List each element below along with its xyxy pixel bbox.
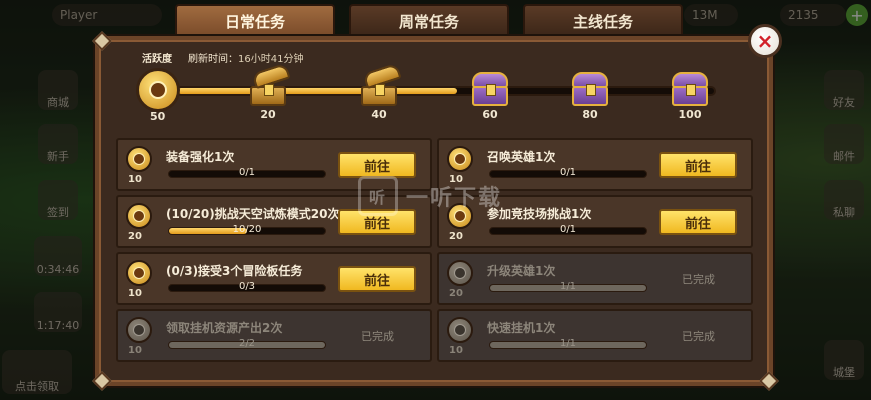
task-completed-status: 已完成 (361, 330, 394, 343)
activity-point-icon (447, 146, 473, 172)
watermark: 听 一听下载 (358, 176, 502, 216)
task-title: (10/20)挑战天空试炼模式20次 (166, 207, 340, 221)
task-progress-text: 1/1 (559, 281, 577, 292)
task-row: 20 升级英雄1次 1/1 已完成 (437, 252, 753, 305)
task-completed-status: 已完成 (682, 273, 715, 286)
task-points: 10 (128, 345, 142, 356)
activity-point-icon (126, 146, 152, 172)
tab-daily[interactable]: 日常任务 (175, 4, 335, 36)
task-row: 10 快速挂机1次 1/1 已完成 (437, 309, 753, 362)
task-row: 10 (0/3)接受3个冒险板任务 0/3 前往 (116, 252, 432, 305)
activity-point-icon (447, 317, 473, 343)
milestone-value: 80 (582, 108, 598, 121)
task-progress-text: 0/1 (559, 224, 577, 235)
activity-section: 活跃度 刷新时间：16小时41分钟 50 20 40 60 80 100 (116, 46, 756, 126)
milestone-chest-icon[interactable] (669, 70, 711, 108)
task-title: 召唤英雄1次 (487, 150, 556, 164)
tab-main[interactable]: 主线任务 (523, 4, 683, 36)
task-points: 10 (449, 345, 463, 356)
activity-point-icon (126, 260, 152, 286)
task-row: 10 领取挂机资源产出2次 2/2 已完成 (116, 309, 432, 362)
task-progress-text: 0/3 (238, 281, 256, 292)
task-points: 20 (449, 288, 463, 299)
task-progress-text: 0/1 (559, 167, 577, 178)
milestone-chest-icon[interactable] (247, 62, 291, 108)
task-progress-text: 10/20 (232, 224, 262, 235)
task-go-button[interactable]: 前往 (338, 152, 416, 178)
task-title: 快速挂机1次 (487, 321, 556, 335)
milestone-chest-icon[interactable] (358, 62, 402, 108)
milestone-chest-icon[interactable] (569, 70, 611, 108)
task-points: 10 (128, 288, 142, 299)
task-points: 10 (128, 174, 142, 185)
milestone-value: 20 (260, 108, 276, 121)
activity-label: 活跃度 (142, 54, 172, 65)
task-points: 20 (449, 231, 463, 242)
activity-progress-fill (178, 88, 457, 94)
tab-weekly[interactable]: 周常任务 (349, 4, 509, 36)
task-go-button[interactable]: 前往 (659, 209, 737, 235)
task-title: 升级英雄1次 (487, 264, 556, 278)
task-title: (0/3)接受3个冒险板任务 (166, 264, 303, 278)
task-completed-status: 已完成 (682, 330, 715, 343)
milestone-value: 40 (371, 108, 387, 121)
milestone-chest-icon[interactable] (469, 70, 511, 108)
milestone-value: 100 (678, 108, 702, 121)
task-progress-text: 1/1 (559, 338, 577, 349)
task-title: 领取挂机资源产出2次 (166, 321, 283, 335)
watermark-logo-icon: 听 (358, 176, 398, 216)
activity-value: 50 (150, 110, 166, 123)
activity-point-icon (126, 203, 152, 229)
milestone-value: 60 (482, 108, 498, 121)
refresh-time: 刷新时间：16小时41分钟 (188, 54, 304, 65)
task-progress-text: 0/1 (238, 167, 256, 178)
task-go-button[interactable]: 前往 (659, 152, 737, 178)
activity-point-icon (447, 260, 473, 286)
task-points: 20 (128, 231, 142, 242)
task-title: 参加竞技场挑战1次 (487, 207, 592, 221)
task-progress-text: 2/2 (238, 338, 256, 349)
activity-point-icon (126, 317, 152, 343)
task-title: 装备强化1次 (166, 150, 235, 164)
task-go-button[interactable]: 前往 (338, 266, 416, 292)
activity-medal-icon (136, 68, 180, 112)
